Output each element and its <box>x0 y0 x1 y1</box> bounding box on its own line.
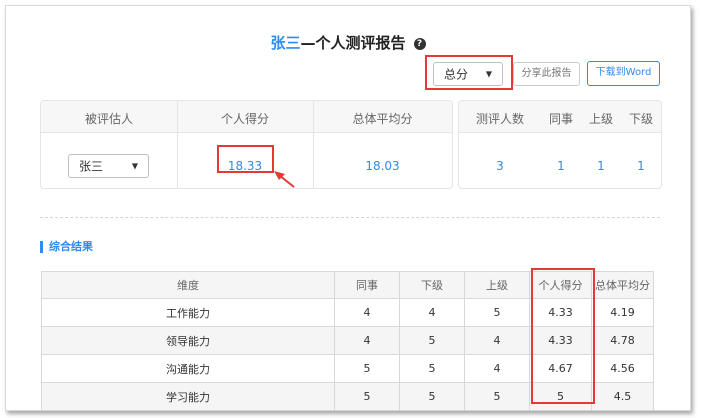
subordinate-count-value[interactable]: 1 <box>621 159 661 173</box>
section-title: 综合结果 <box>40 241 93 253</box>
subordinate-cell: 4 <box>399 298 465 327</box>
highlight-personal-score-column <box>531 268 595 404</box>
superior-count-value[interactable]: 1 <box>581 159 621 173</box>
dimension-cell: 领导能力 <box>41 326 335 355</box>
dimension-cell: 学习能力 <box>41 382 335 411</box>
subordinate-cell: 5 <box>399 354 465 383</box>
peer-cell: 5 <box>334 354 400 383</box>
header-subordinate: 下级 <box>628 112 653 126</box>
peer-count-value[interactable]: 1 <box>541 159 581 173</box>
header-peer: 同事 <box>334 271 400 299</box>
header-superior: 上级 <box>464 271 530 299</box>
counts-card: 测评人数 同事 上级 下级 3 1 1 1 <box>458 100 662 189</box>
header-total-raters: 测评人数 <box>475 112 524 126</box>
superior-cell: 5 <box>464 382 530 411</box>
superior-cell: 4 <box>464 354 530 383</box>
header-peer: 同事 <box>548 112 573 126</box>
header-subordinate: 下级 <box>399 271 465 299</box>
peer-cell: 4 <box>334 326 400 355</box>
header-average-score: 总体平均分 <box>591 271 654 299</box>
peer-cell: 4 <box>334 298 400 327</box>
average-score-cell: 4.19 <box>591 298 654 327</box>
average-score-cell: 4.5 <box>591 382 654 411</box>
superior-cell: 4 <box>464 326 530 355</box>
dimension-cell: 工作能力 <box>41 298 335 327</box>
subordinate-cell: 5 <box>399 326 465 355</box>
total-raters-value[interactable]: 3 <box>459 159 541 173</box>
dimension-cell: 沟通能力 <box>41 354 335 383</box>
subordinate-cell: 5 <box>399 382 465 411</box>
superior-cell: 5 <box>464 298 530 327</box>
section-divider <box>40 217 660 218</box>
average-score-cell: 4.56 <box>591 354 654 383</box>
header-dimension: 维度 <box>41 271 335 299</box>
report-panel: 张三—个人测评报告? 总分 ▼ 分享此报告 下载到Word 被评估人 个人得分 … <box>5 5 691 411</box>
average-score-cell: 4.78 <box>591 326 654 355</box>
peer-cell: 5 <box>334 382 400 411</box>
header-superior: 上级 <box>588 112 613 126</box>
